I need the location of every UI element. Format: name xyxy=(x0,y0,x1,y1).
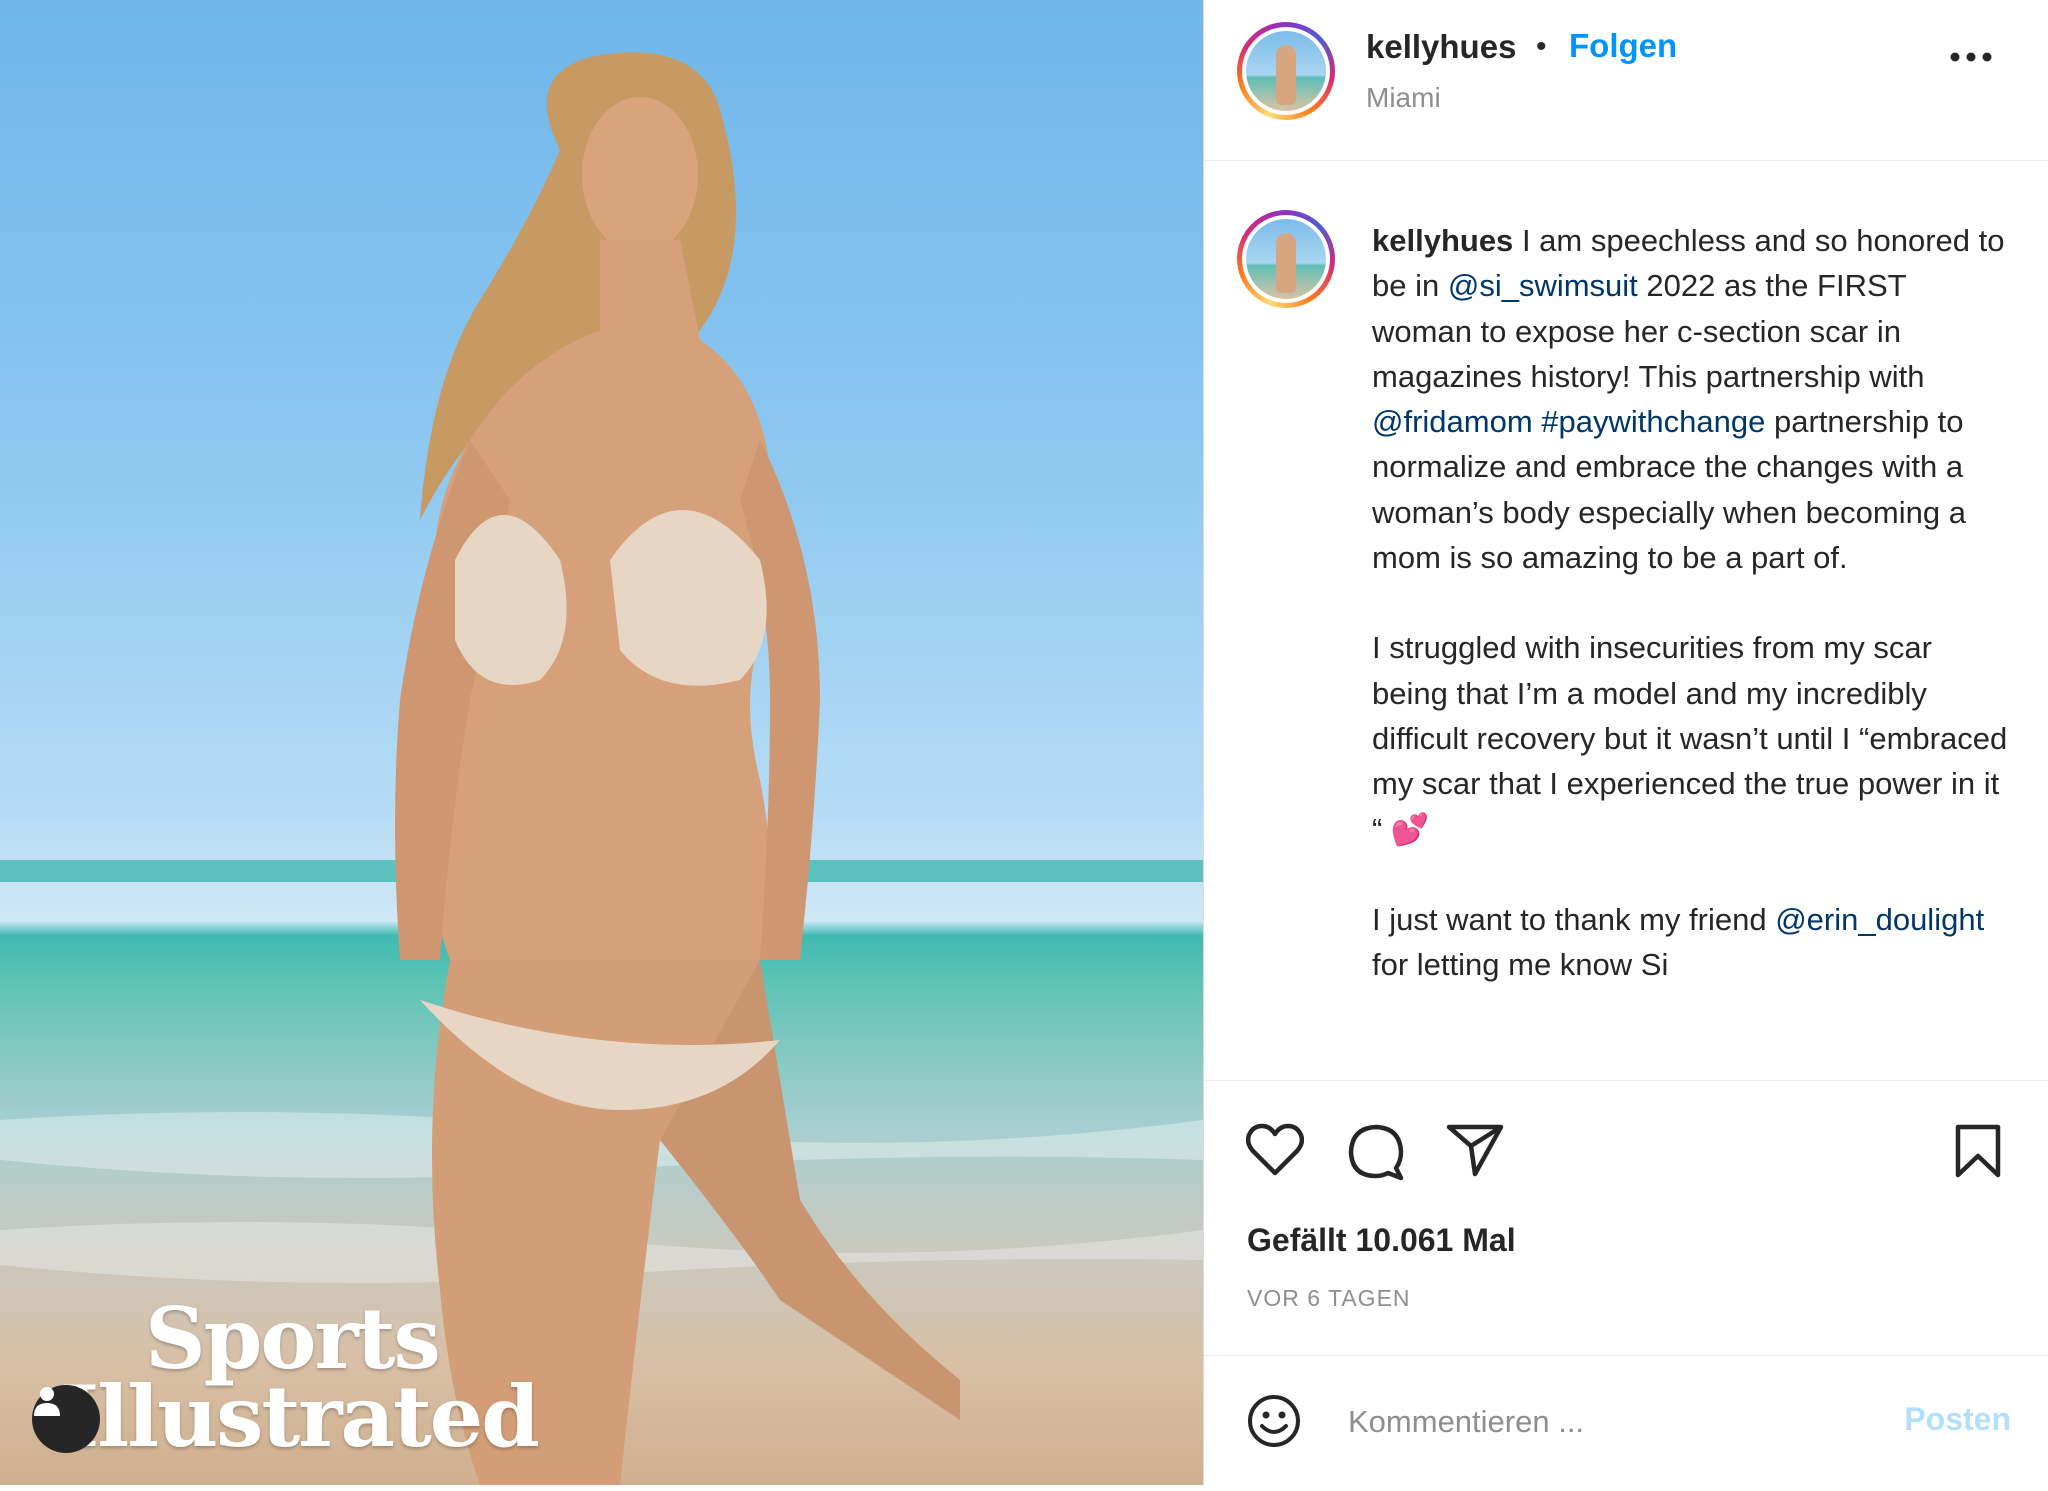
post-sidebar: kellyhues • Folgen Miami kellyhues I am … xyxy=(1203,0,2048,1485)
mention-link[interactable]: @erin_doulight xyxy=(1775,902,1984,937)
caption-paragraph-2: I struggled with insecurities from my sc… xyxy=(1372,630,2008,847)
author-username[interactable]: kellyhues xyxy=(1366,28,1516,66)
sports-illustrated-logo: Sports Illustrated xyxy=(60,1289,540,1466)
caption-body: I am speechless and so honored to be in … xyxy=(1372,223,2004,575)
share-button[interactable] xyxy=(1446,1123,1504,1182)
send-icon xyxy=(1446,1124,1504,1177)
more-options-button[interactable] xyxy=(1949,50,1993,68)
separator-dot: • xyxy=(1536,30,1547,63)
comment-input[interactable] xyxy=(1346,1396,1870,1448)
post-caption: kellyhues I am speechless and so honored… xyxy=(1372,218,2012,987)
user-tag-button[interactable] xyxy=(32,1385,100,1453)
caption-paragraph-1: kellyhues I am speechless and so honored… xyxy=(1372,218,2012,580)
like-button[interactable] xyxy=(1245,1123,1305,1182)
comment-button[interactable] xyxy=(1347,1123,1405,1186)
likes-count[interactable]: Gefällt 10.061 Mal xyxy=(1247,1222,1516,1259)
post-photo[interactable]: Sports Illustrated xyxy=(0,0,1203,1485)
photo-illustration xyxy=(0,52,1203,1485)
caption-paragraph-3: I just want to thank my friend @erin_dou… xyxy=(1372,901,1985,983)
heart-icon xyxy=(1245,1123,1305,1176)
post-timestamp[interactable]: VOR 6 TAGEN xyxy=(1247,1285,1411,1312)
caption-scroll-area[interactable]: kellyhues I am speechless and so honored… xyxy=(1204,160,2048,1080)
emoji-button[interactable] xyxy=(1246,1393,1302,1454)
author-avatar[interactable] xyxy=(1237,22,1335,120)
person-icon xyxy=(34,1387,60,1416)
caption-avatar[interactable] xyxy=(1237,210,1335,308)
mention-link[interactable]: @si_swimsuit xyxy=(1448,268,1638,303)
save-button[interactable] xyxy=(1954,1123,2002,1184)
comment-icon xyxy=(1348,1124,1404,1181)
caption-text xyxy=(1533,404,1542,439)
smiley-icon xyxy=(1248,1395,1300,1447)
mention-link[interactable]: #paywithchange xyxy=(1541,404,1765,439)
more-horizontal-icon xyxy=(1950,52,1992,62)
caption-username[interactable]: kellyhues xyxy=(1372,223,1513,258)
comment-bar: Posten xyxy=(1204,1355,2048,1486)
mention-link[interactable]: @fridamom xyxy=(1372,404,1533,439)
post-location[interactable]: Miami xyxy=(1366,82,1441,114)
follow-button[interactable]: Folgen xyxy=(1569,27,1677,65)
post-header: kellyhues • Folgen Miami xyxy=(1204,0,2048,161)
bookmark-icon xyxy=(1955,1124,2001,1178)
post-comment-button[interactable]: Posten xyxy=(1904,1401,2011,1438)
post-actions xyxy=(1204,1080,2048,1356)
